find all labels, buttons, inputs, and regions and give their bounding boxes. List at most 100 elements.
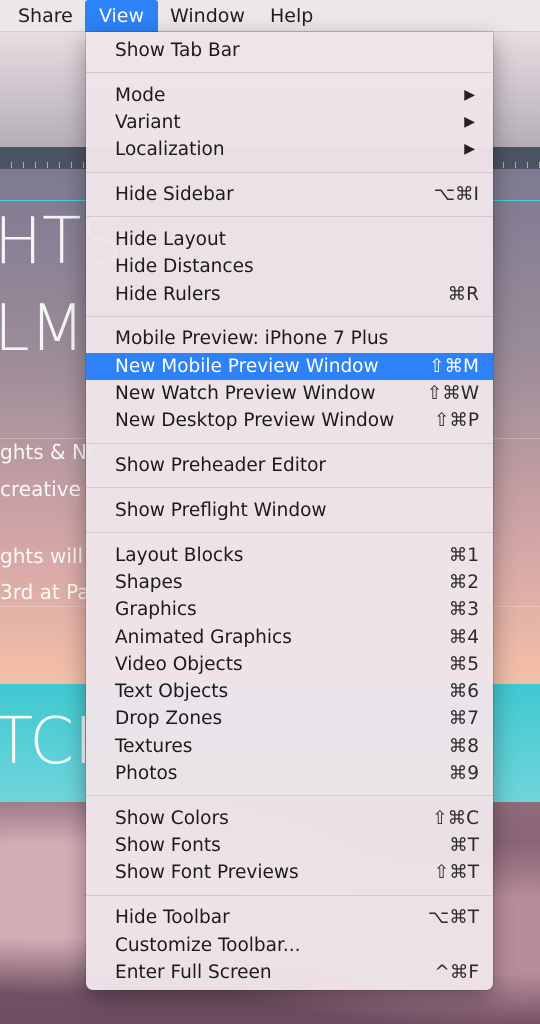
- menu-item-shortcut: ⌥⌘T: [427, 907, 479, 929]
- menu-item-show-font-previews[interactable]: Show Font Previews ⇧⌘T: [86, 859, 493, 886]
- menu-item-label: Animated Graphics: [115, 626, 292, 648]
- menu-item-shortcut: ⌘9: [448, 763, 479, 785]
- menu-item-label: Show Tab Bar: [115, 40, 240, 61]
- menu-item-label: Drop Zones: [115, 708, 223, 730]
- menu-item-show-colors[interactable]: Show Colors ⇧⌘C: [86, 805, 493, 832]
- menu-separator: [86, 894, 493, 896]
- menu-item-label: Show Font Previews: [115, 862, 299, 884]
- menu-item-new-desktop-preview-window[interactable]: New Desktop Preview Window ⇧⌘P: [86, 407, 493, 434]
- banner-headline: TCI: [0, 705, 93, 779]
- menu-item-label: Show Preheader Editor: [115, 455, 327, 477]
- menu-item-show-preflight-window[interactable]: Show Preflight Window: [86, 497, 493, 524]
- menu-separator: [86, 442, 493, 444]
- menu-item-text-objects[interactable]: Text Objects ⌘6: [86, 678, 493, 705]
- menu-item-shortcut: ⌘R: [447, 283, 479, 305]
- menu-item-shortcut: ⇧⌘C: [432, 807, 479, 829]
- menu-item-shortcut: ⇧⌘P: [433, 410, 479, 432]
- menu-item-shortcut: ⌘4: [448, 626, 479, 648]
- menu-item-shortcut: ^⌘F: [434, 961, 479, 983]
- menu-item-label: Mobile Preview: iPhone 7 Plus: [115, 328, 389, 350]
- menu-item-label: Text Objects: [115, 681, 229, 703]
- menu-separator: [86, 216, 493, 218]
- menu-item-label: Hide Layout: [115, 228, 226, 250]
- menu-item-label: Video Objects: [115, 653, 243, 675]
- menu-item-label: Shapes: [115, 571, 183, 593]
- menu-item-label: Show Fonts: [115, 835, 221, 857]
- menu-item-show-preheader-editor[interactable]: Show Preheader Editor: [86, 452, 493, 479]
- submenu-arrow-icon: ▶: [464, 114, 475, 131]
- menu-item-shortcut: ⇧⌘T: [433, 862, 479, 884]
- menu-item-shortcut: ⌘8: [448, 735, 479, 757]
- menu-item-graphics[interactable]: Graphics ⌘3: [86, 596, 493, 623]
- menu-separator: [86, 532, 493, 534]
- menu-item-localization[interactable]: Localization ▶: [86, 136, 493, 163]
- menu-item-variant[interactable]: Variant ▶: [86, 109, 493, 136]
- menu-item-hide-layout[interactable]: Hide Layout: [86, 226, 493, 253]
- menu-item-hide-rulers[interactable]: Hide Rulers ⌘R: [86, 281, 493, 308]
- menu-item-shortcut: ⌘3: [448, 599, 479, 621]
- menu-item-label: New Desktop Preview Window: [115, 410, 395, 432]
- menu-item-label: Variant: [115, 112, 181, 134]
- menu-item-label: Show Colors: [115, 807, 229, 829]
- menu-item-shortcut: ⇧⌘W: [426, 382, 479, 404]
- menu-item-shapes[interactable]: Shapes ⌘2: [86, 569, 493, 596]
- submenu-arrow-icon: ▶: [464, 141, 475, 158]
- menu-item-label: Layout Blocks: [115, 544, 244, 566]
- menu-item-label: Customize Toolbar...: [115, 934, 301, 956]
- menu-item-enter-full-screen[interactable]: Enter Full Screen ^⌘F: [86, 959, 493, 986]
- menu-separator: [86, 315, 493, 317]
- menu-item-new-watch-preview-window[interactable]: New Watch Preview Window ⇧⌘W: [86, 380, 493, 407]
- menu-view[interactable]: View: [85, 0, 158, 32]
- menu-item-mobile-preview-iphone-7-plus[interactable]: Mobile Preview: iPhone 7 Plus: [86, 325, 493, 352]
- menu-item-shortcut: ⌘2: [448, 571, 479, 593]
- hero-paragraph-line-4: 3rd at Pa: [0, 580, 90, 604]
- menu-item-hide-toolbar[interactable]: Hide Toolbar ⌥⌘T: [86, 904, 493, 931]
- menu-item-label: Enter Full Screen: [115, 961, 272, 983]
- menu-separator: [86, 171, 493, 173]
- view-menu-dropdown: Show Tab Bar Mode ▶ Variant ▶ Localization ▶ Hi…: [86, 32, 493, 990]
- menu-item-animated-graphics[interactable]: Animated Graphics ⌘4: [86, 624, 493, 651]
- menu-item-label: Hide Rulers: [115, 283, 221, 305]
- hero-paragraph-line-3: ghts will: [0, 544, 84, 568]
- menu-item-shortcut: ⌘6: [448, 681, 479, 703]
- menu-item-label: Textures: [115, 735, 193, 757]
- menu-item-shortcut: ⌘T: [449, 835, 479, 857]
- menu-window[interactable]: Window: [170, 0, 245, 32]
- menu-item-video-objects[interactable]: Video Objects ⌘5: [86, 651, 493, 678]
- menu-item-label: Photos: [115, 763, 178, 785]
- menu-item-label: Localization: [115, 139, 225, 161]
- menu-item-shortcut: ⌘1: [448, 544, 479, 566]
- menu-item-shortcut: ⌘5: [448, 653, 479, 675]
- menu-item-show-fonts[interactable]: Show Fonts ⌘T: [86, 832, 493, 859]
- menu-item-label: Show Preflight Window: [115, 499, 327, 521]
- menu-item-label: Hide Distances: [115, 256, 254, 278]
- menu-separator: [86, 795, 493, 797]
- menu-separator: [86, 72, 493, 74]
- menu-item-hide-sidebar[interactable]: Hide Sidebar ⌥⌘I: [86, 181, 493, 208]
- menu-item-hide-distances[interactable]: Hide Distances: [86, 253, 493, 280]
- menu-separator: [86, 487, 493, 489]
- menu-item-shortcut: ⌘7: [448, 708, 479, 730]
- menu-item-label: New Watch Preview Window: [115, 382, 376, 404]
- menu-item-show-tab-bar[interactable]: Show Tab Bar: [86, 37, 493, 64]
- menu-item-photos[interactable]: Photos ⌘9: [86, 760, 493, 787]
- menu-item-textures[interactable]: Textures ⌘8: [86, 733, 493, 760]
- menu-help[interactable]: Help: [270, 0, 313, 32]
- menu-item-layout-blocks[interactable]: Layout Blocks ⌘1: [86, 542, 493, 569]
- menu-item-label: Hide Toolbar: [115, 907, 230, 929]
- menu-item-customize-toolbar[interactable]: Customize Toolbar...: [86, 932, 493, 959]
- menu-item-label: Mode: [115, 84, 166, 106]
- hero-headline-line-2: LM: [0, 292, 85, 366]
- menu-item-new-mobile-preview-window[interactable]: New Mobile Preview Window ⇧⌘M: [86, 352, 493, 380]
- menu-item-shortcut: ⇧⌘M: [429, 355, 479, 377]
- menu-item-mode[interactable]: Mode ▶: [86, 82, 493, 109]
- submenu-arrow-icon: ▶: [464, 86, 475, 103]
- menu-item-drop-zones[interactable]: Drop Zones ⌘7: [86, 705, 493, 732]
- menu-item-label: New Mobile Preview Window: [115, 355, 379, 377]
- menu-item-shortcut: ⌥⌘I: [433, 184, 479, 206]
- menu-share[interactable]: Share: [18, 0, 73, 32]
- menu-bar: Share View Window Help: [0, 0, 540, 32]
- hero-paragraph-line-1: ghts & Ni: [0, 440, 93, 464]
- hero-paragraph-line-2: creative: [0, 477, 81, 501]
- menu-item-label: Graphics: [115, 599, 197, 621]
